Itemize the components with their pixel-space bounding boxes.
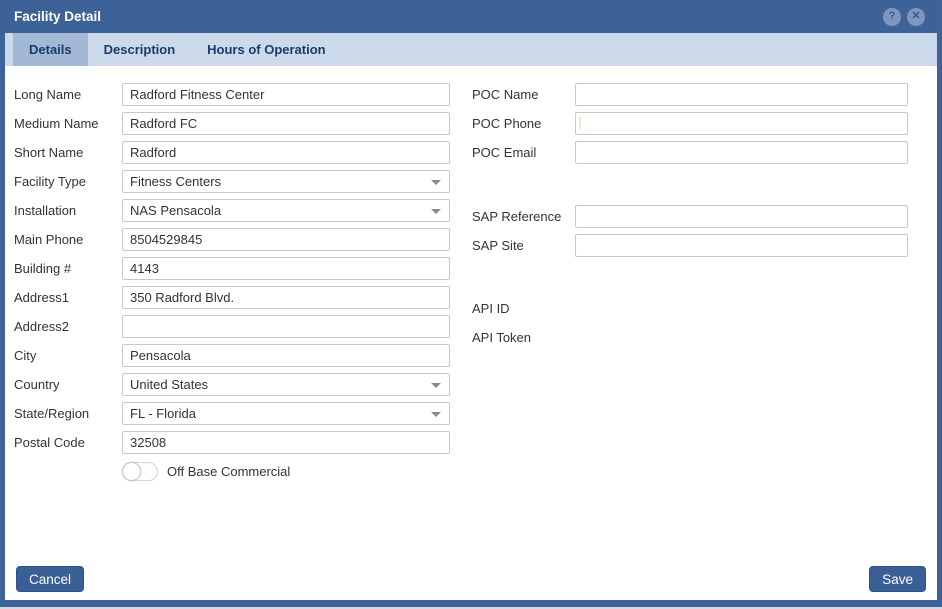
state-region-label: State/Region (14, 406, 122, 421)
form-row: Medium Name (14, 109, 450, 138)
api-id-label: API ID (472, 301, 575, 316)
installation-value: NAS Pensacola (130, 203, 221, 218)
form-row: Facility Type Fitness Centers (14, 167, 450, 196)
facility-type-label: Facility Type (14, 174, 122, 189)
form-row: Installation NAS Pensacola (14, 196, 450, 225)
chevron-down-icon (431, 180, 441, 185)
cancel-button[interactable]: Cancel (16, 566, 84, 592)
city-input[interactable] (122, 344, 450, 367)
form-row: State/Region FL - Florida (14, 399, 450, 428)
facility-type-value: Fitness Centers (130, 174, 221, 189)
tab-description[interactable]: Description (88, 33, 192, 66)
poc-email-label: POC Email (472, 145, 575, 160)
medium-name-label: Medium Name (14, 116, 122, 131)
address1-input[interactable] (122, 286, 450, 309)
form-row: API ID (472, 294, 908, 323)
poc-phone-wrap (575, 112, 908, 135)
form-row: Address1 (14, 283, 450, 312)
toggle-knob (122, 462, 141, 481)
poc-phone-input[interactable] (575, 112, 908, 135)
form-row: City (14, 341, 450, 370)
form-row: POC Name (472, 80, 908, 109)
city-label: City (14, 348, 122, 363)
dialog-title: Facility Detail (14, 9, 877, 24)
api-token-label: API Token (472, 330, 575, 345)
medium-name-input[interactable] (122, 112, 450, 135)
postal-code-input[interactable] (122, 431, 450, 454)
form-row: Building # (14, 254, 450, 283)
form-row: API Token (472, 323, 908, 352)
postal-code-label: Postal Code (14, 435, 122, 450)
chevron-down-icon (431, 383, 441, 388)
building-number-input[interactable] (122, 257, 450, 280)
address2-label: Address2 (14, 319, 122, 334)
country-select[interactable]: United States (122, 373, 450, 396)
form-row: Short Name (14, 138, 450, 167)
state-region-value: FL - Florida (130, 406, 196, 421)
poc-name-input[interactable] (575, 83, 908, 106)
sap-reference-label: SAP Reference (472, 209, 575, 224)
facility-type-select[interactable]: Fitness Centers (122, 170, 450, 193)
main-phone-input[interactable] (122, 228, 450, 251)
installation-label: Installation (14, 203, 122, 218)
poc-name-label: POC Name (472, 87, 575, 102)
sap-reference-input[interactable] (575, 205, 908, 228)
address2-input[interactable] (122, 315, 450, 338)
poc-phone-label: POC Phone (472, 116, 575, 131)
country-value: United States (130, 377, 208, 392)
chevron-down-icon (431, 209, 441, 214)
text-cursor-artifact (579, 117, 581, 130)
form-row: Country United States (14, 370, 450, 399)
off-base-commercial-row: Off Base Commercial (122, 457, 450, 486)
short-name-input[interactable] (122, 141, 450, 164)
form-row: Postal Code (14, 428, 450, 457)
long-name-input[interactable] (122, 83, 450, 106)
building-number-label: Building # (14, 261, 122, 276)
form-row: POC Phone (472, 109, 908, 138)
tab-strip: Details Description Hours of Operation (5, 33, 937, 66)
poc-email-input[interactable] (575, 141, 908, 164)
form-row: SAP Site (472, 231, 908, 260)
dialog-titlebar: Facility Detail ? ✕ (5, 0, 937, 33)
form-row: SAP Reference (472, 202, 908, 231)
installation-select[interactable]: NAS Pensacola (122, 199, 450, 222)
sap-site-label: SAP Site (472, 238, 575, 253)
long-name-label: Long Name (14, 87, 122, 102)
help-icon[interactable]: ? (883, 8, 901, 26)
form-row: Long Name (14, 80, 450, 109)
short-name-label: Short Name (14, 145, 122, 160)
address1-label: Address1 (14, 290, 122, 305)
form-right-column: POC Name POC Phone POC Email SAP Referen… (472, 80, 908, 352)
chevron-down-icon (431, 412, 441, 417)
tab-details[interactable]: Details (13, 33, 88, 66)
save-button[interactable]: Save (869, 566, 926, 592)
off-base-commercial-label: Off Base Commercial (167, 464, 290, 479)
form-row: Address2 (14, 312, 450, 341)
tab-hours-of-operation[interactable]: Hours of Operation (191, 33, 341, 66)
form-left-column: Long Name Medium Name Short Name Facilit… (14, 80, 450, 486)
off-base-commercial-toggle[interactable] (122, 462, 158, 481)
form-row: Main Phone (14, 225, 450, 254)
main-phone-label: Main Phone (14, 232, 122, 247)
sap-site-input[interactable] (575, 234, 908, 257)
facility-detail-dialog: Facility Detail ? ✕ Details Description … (0, 0, 942, 607)
close-icon[interactable]: ✕ (907, 8, 925, 26)
country-label: Country (14, 377, 122, 392)
state-region-select[interactable]: FL - Florida (122, 402, 450, 425)
form-row: POC Email (472, 138, 908, 167)
